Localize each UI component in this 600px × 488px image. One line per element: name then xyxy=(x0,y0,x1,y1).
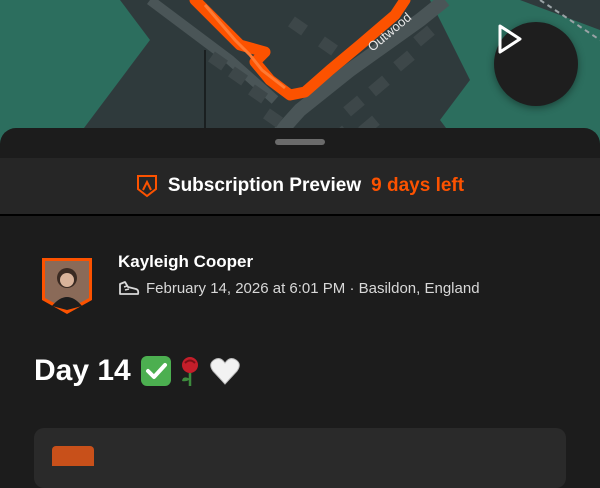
shoe-icon xyxy=(119,281,140,295)
subscription-days-left: 9 days left xyxy=(371,175,465,196)
rose-emoji xyxy=(181,357,198,386)
play-button[interactable] xyxy=(494,22,578,106)
drag-handle[interactable] xyxy=(275,139,325,145)
white-heart-emoji xyxy=(210,358,240,385)
activity-sheet: Subscription Preview 9 days left Kayleig… xyxy=(0,128,600,488)
check-mark-emoji xyxy=(140,356,171,386)
stats-card[interactable] xyxy=(34,428,566,488)
athlete-name[interactable]: Kayleigh Cooper xyxy=(118,252,253,272)
card-thumbnail xyxy=(52,446,94,466)
activity-title: Day 14 xyxy=(34,354,131,387)
section-divider xyxy=(0,214,600,216)
athlete-avatar[interactable] xyxy=(40,256,94,316)
activity-title-row: Day 14 xyxy=(34,354,241,388)
activity-meta: February 14, 2026 at 6:01 PM · Basildon,… xyxy=(118,278,480,298)
play-icon xyxy=(498,24,522,54)
activity-date-location: February 14, 2026 at 6:01 PM · Basildon,… xyxy=(146,279,480,297)
subscription-preview-banner[interactable]: Subscription Preview 9 days left xyxy=(0,158,600,214)
subscription-title: Subscription Preview xyxy=(167,175,362,196)
strava-badge-icon xyxy=(136,175,157,198)
